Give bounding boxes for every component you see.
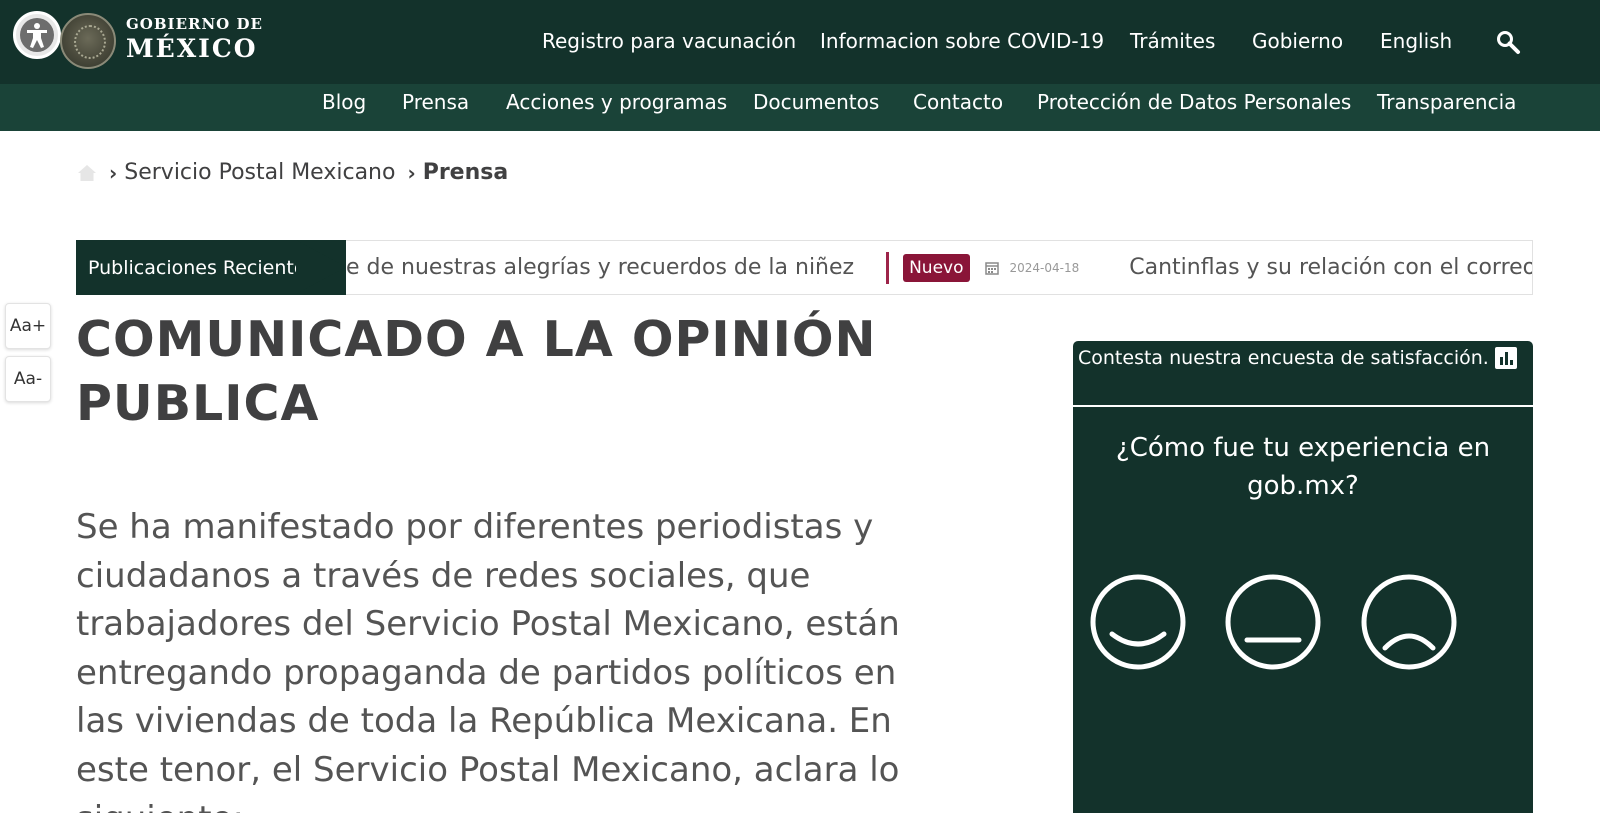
sad-face-icon[interactable] — [1361, 574, 1457, 670]
home-icon[interactable] — [77, 163, 97, 183]
nav-tramites[interactable]: Trámites — [1130, 29, 1215, 53]
breadcrumb-link-servicio-postal[interactable]: Servicio Postal Mexicano — [124, 160, 395, 185]
font-decrease-button[interactable]: Aa- — [5, 356, 51, 402]
font-increase-button[interactable]: Aa+ — [5, 303, 51, 349]
satisfaction-survey-panel: Contesta nuestra encuesta de satisfacció… — [1073, 341, 1533, 813]
gobierno-de-mexico-logo[interactable]: GOBIERNO DE MÉXICO — [126, 15, 263, 63]
happy-face-icon[interactable] — [1090, 574, 1186, 670]
mexico-seal-logo[interactable] — [60, 13, 116, 69]
subnav-prensa[interactable]: Prensa — [402, 90, 469, 114]
brand-line2: MÉXICO — [126, 34, 258, 63]
subnav-documentos[interactable]: Documentos — [753, 90, 879, 114]
survey-divider — [1073, 405, 1533, 407]
survey-question: ¿Cómo fue tu experiencia en gob.mx? — [1115, 433, 1491, 501]
subnav-proteccion-datos[interactable]: Protección de Datos Personales — [1037, 90, 1351, 114]
subnav-contacto[interactable]: Contacto — [913, 90, 1003, 114]
accessibility-icon[interactable] — [13, 11, 61, 59]
new-badge: Nuevo — [903, 253, 970, 282]
search-icon[interactable] — [1496, 30, 1522, 56]
calendar-icon — [984, 261, 999, 275]
nav-registro-vacunacion[interactable]: Registro para vacunación — [542, 29, 796, 53]
breadcrumb-separator: › — [109, 160, 118, 185]
brand-line1: GOBIERNO DE — [126, 15, 263, 33]
ticker-item[interactable]: Cantinflas y su relación con el correo p… — [1129, 255, 1532, 280]
survey-header-text: Contesta nuestra encuesta de satisfacció… — [1078, 347, 1489, 369]
breadcrumb-current: Prensa — [422, 160, 509, 185]
subnav-blog[interactable]: Blog — [322, 90, 366, 114]
subnav-acciones-programas[interactable]: Acciones y programas — [506, 90, 727, 114]
nav-english[interactable]: English — [1380, 29, 1452, 53]
neutral-face-icon[interactable] — [1225, 574, 1321, 670]
article-lead-paragraph: Se ha manifestado por diferentes periodi… — [76, 507, 900, 813]
nav-informacion-covid[interactable]: Informacion sobre COVID-19 — [820, 29, 1104, 53]
ticker-item[interactable]: e de nuestras alegrías y recuerdos de la… — [346, 255, 854, 280]
breadcrumb-separator: › — [407, 160, 416, 185]
ticker-divider — [886, 251, 890, 284]
nav-gobierno[interactable]: Gobierno — [1252, 29, 1343, 53]
recent-publications-ticker: e de nuestras alegrías y recuerdos de la… — [345, 240, 1533, 295]
survey-header[interactable]: Contesta nuestra encuesta de satisfacció… — [1078, 347, 1517, 369]
ticker-date: 2024-04-18 — [1009, 260, 1080, 275]
breadcrumb: › Servicio Postal Mexicano › Prensa — [77, 160, 508, 185]
subnav-transparencia[interactable]: Transparencia — [1377, 90, 1516, 114]
bar-chart-icon — [1494, 347, 1517, 369]
ticker-label-arrow — [296, 240, 346, 294]
page-title: COMUNICADO A LA OPINIÓN PUBLICA — [76, 311, 877, 432]
